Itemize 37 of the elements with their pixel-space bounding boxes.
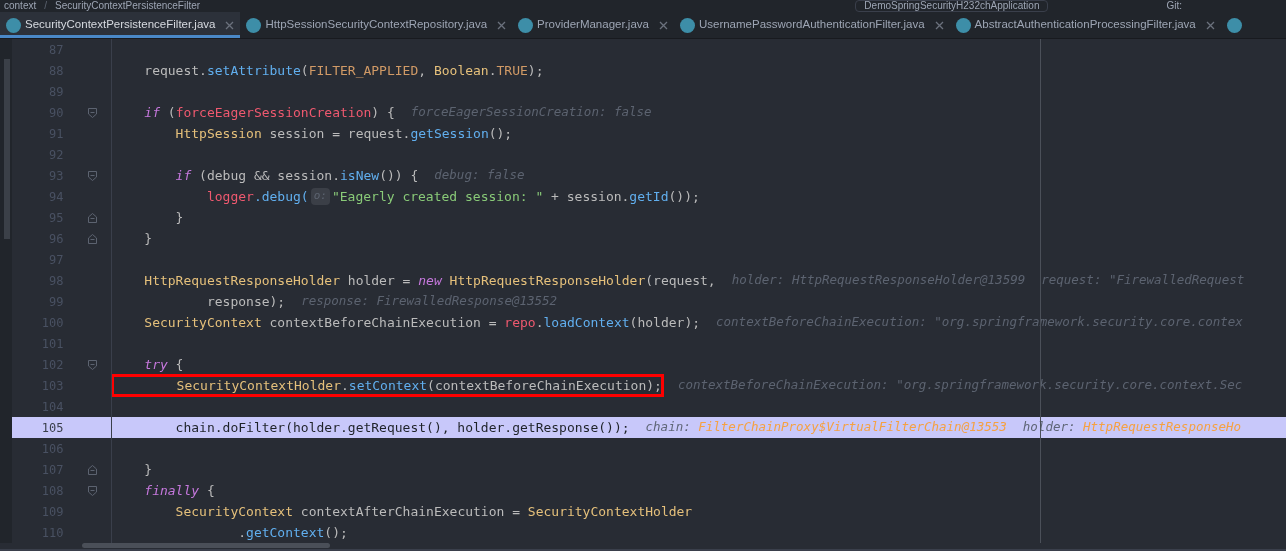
code-text: chain.doFilter(holder.getRequest(), holder.getResponse()); — [174, 418, 630, 437]
code-text: "Eagerly created session: " + session.getId()); — [331, 187, 700, 206]
code-text: request.setAttribute(FILTER_APPLIED, Boolean.TRUE); — [143, 61, 544, 80]
code-text: HttpSession session = request.getSession(); — [174, 124, 513, 143]
code-text: } — [143, 229, 153, 248]
code-text: try { — [143, 355, 184, 374]
editor-tab[interactable]: ProviderManager.java — [512, 12, 674, 38]
inline-value-hint: forceEagerSessionCreation: false — [410, 103, 652, 122]
code-text: } — [143, 460, 153, 479]
line-number: 105 — [40, 419, 64, 437]
inline-value-hint: response: FirewalledResponse@13552 — [301, 292, 558, 311]
code-text: SecurityContext contextAfterChainExecution = SecurityContextHolder — [174, 502, 693, 521]
editor-tab[interactable]: AbstractAuthenticationProcessingFilter.java — [949, 12, 1221, 38]
inline-value-hint: debug: false — [434, 166, 525, 185]
code-text: response); — [205, 292, 286, 311]
breadcrumb-item[interactable]: SecurityContextPersistenceFilter — [55, 0, 201, 12]
inline-value-hint: contextBeforeChainExecution: "org.springframework.security.core.context.Sec — [677, 376, 1243, 395]
inline-value-hint: request: "FirewalledRequest — [1041, 271, 1245, 290]
inline-value-hint: chain: FilterChainProxy$VirtualFilterChain@13553 — [645, 418, 1007, 437]
inline-value-hint: holder: HttpRequestResponseHolder@13599 — [731, 271, 1026, 290]
breadcrumb-separator: / — [44, 0, 48, 12]
code-text: SecurityContext contextBeforeChainExecution = repo.loadContext(holder); — [143, 313, 701, 332]
code-text: SecurityContextHolder.setContext(contextBeforeChainExecution); — [113, 375, 662, 396]
editor-tab[interactable]: HttpSessionSecurityContextRepository.java — [240, 12, 513, 38]
code-text: .getContext(); — [237, 523, 348, 542]
code-text: logger.debug( — [205, 187, 309, 206]
code-text: HttpRequestResponseHolder holder = new HttpRequestResponseHolder(request, — [143, 271, 716, 290]
run-configuration-dropdown[interactable]: DemoSpringSecurityH232chApplication — [855, 0, 1049, 12]
code-text: if (forceEagerSessionCreation) { — [143, 103, 395, 122]
inline-value-hint: contextBeforeChainExecution: "org.springframework.security.core.contex — [716, 313, 1243, 332]
editor-tab[interactable]: UsernamePasswordAuthenticationFilter.java — [673, 12, 950, 38]
vcs-label: Git: — [1166, 0, 1182, 12]
code-text: finally { — [143, 481, 215, 500]
code-text: } — [174, 208, 184, 227]
code-text: if (debug && session.isNew()) { — [174, 166, 419, 185]
breadcrumb-item[interactable]: context — [4, 0, 37, 12]
editor-tab[interactable]: SecurityContextPersistenceFilter.java — [0, 12, 241, 38]
